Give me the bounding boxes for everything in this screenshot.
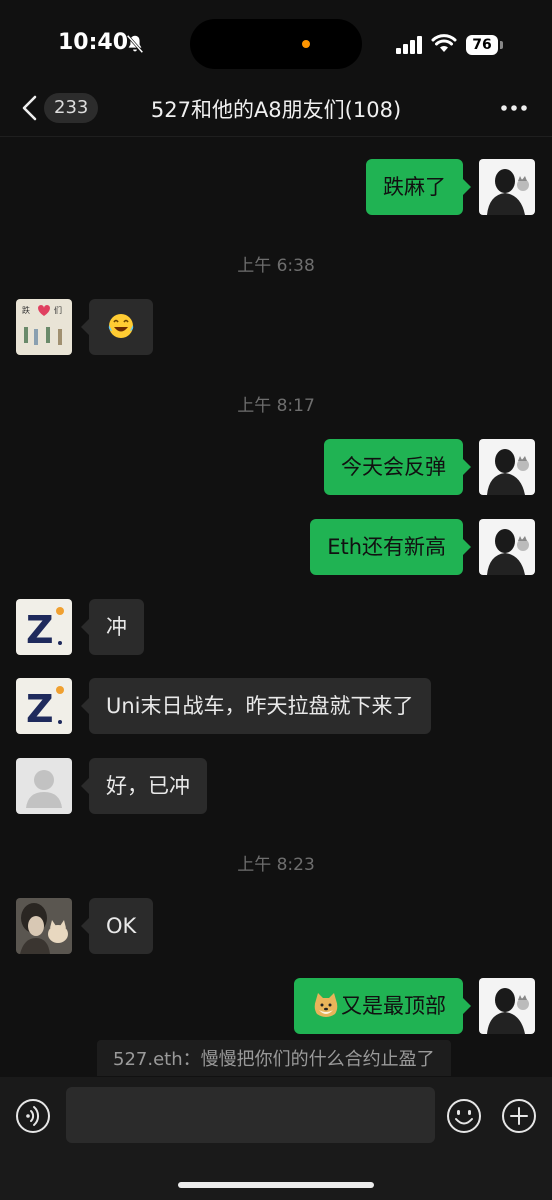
status-time: 10:40 xyxy=(58,30,129,55)
wifi-icon xyxy=(431,34,457,52)
avatar-person-with-cat[interactable] xyxy=(16,898,72,954)
svg-text:Z: Z xyxy=(26,687,54,731)
voice-input-icon[interactable] xyxy=(14,1097,52,1135)
avatar-z-logo[interactable]: Z xyxy=(16,599,72,655)
svg-text:Z: Z xyxy=(26,608,54,652)
message-bubble-incoming[interactable] xyxy=(81,299,153,355)
message-list[interactable]: 跌麻了 上午 6:38 跌 们 上午 8:17 今天会反弹 Eth还有新高 Z … xyxy=(0,137,552,1077)
more-options-icon[interactable] xyxy=(500,98,528,118)
emoji-picker-icon[interactable] xyxy=(445,1097,483,1135)
chat-title: 527和他的A8朋友们(108) xyxy=(150,98,402,122)
bell-muted-icon xyxy=(126,34,144,54)
timestamp: 上午 6:38 xyxy=(237,256,315,276)
message-bubble-incoming[interactable]: Uni末日战车，昨天拉盘就下来了 xyxy=(81,678,431,734)
status-bar: 10:40 76 xyxy=(0,0,552,90)
message-input[interactable] xyxy=(66,1087,435,1143)
avatar-z-logo[interactable]: Z xyxy=(16,678,72,734)
message-text: 又是最顶部 xyxy=(341,994,446,1018)
svg-text:们: 们 xyxy=(54,305,62,315)
chat-header: 233 527和他的A8朋友们(108) xyxy=(0,80,552,137)
avatar-self[interactable] xyxy=(479,519,535,575)
message-bubble-outgoing[interactable]: 又是最顶部 xyxy=(294,978,471,1034)
svg-text:跌: 跌 xyxy=(22,305,30,315)
dynamic-island xyxy=(190,19,362,69)
battery-icon: 76 xyxy=(466,35,504,55)
avatar-group-photo[interactable]: 跌 们 xyxy=(16,299,72,355)
avatar-self[interactable] xyxy=(479,159,535,215)
cellular-signal-icon xyxy=(396,36,422,54)
plus-icon[interactable] xyxy=(500,1097,538,1135)
battery-level: 76 xyxy=(466,35,498,55)
avatar-self[interactable] xyxy=(479,978,535,1034)
quoted-message[interactable]: 527.eth：慢慢把你们的什么合约止盈了 xyxy=(97,1040,451,1076)
message-bubble-incoming[interactable]: 冲 xyxy=(81,599,144,655)
doge-emoji-icon xyxy=(314,993,338,1017)
home-indicator xyxy=(178,1182,374,1188)
avatar-self[interactable] xyxy=(479,439,535,495)
message-bubble-outgoing[interactable]: 跌麻了 xyxy=(366,159,471,215)
tears-of-joy-emoji-icon xyxy=(108,314,134,338)
message-bubble-outgoing[interactable]: Eth还有新高 xyxy=(310,519,471,575)
message-bubble-outgoing[interactable]: 今天会反弹 xyxy=(324,439,471,495)
input-bar xyxy=(0,1077,552,1200)
avatar-default[interactable] xyxy=(16,758,72,814)
timestamp: 上午 8:17 xyxy=(237,396,315,416)
message-bubble-incoming[interactable]: OK xyxy=(80,898,154,954)
timestamp: 上午 8:23 xyxy=(237,855,315,875)
message-bubble-incoming[interactable]: 好，已冲 xyxy=(81,758,207,814)
privacy-indicator xyxy=(302,40,310,48)
